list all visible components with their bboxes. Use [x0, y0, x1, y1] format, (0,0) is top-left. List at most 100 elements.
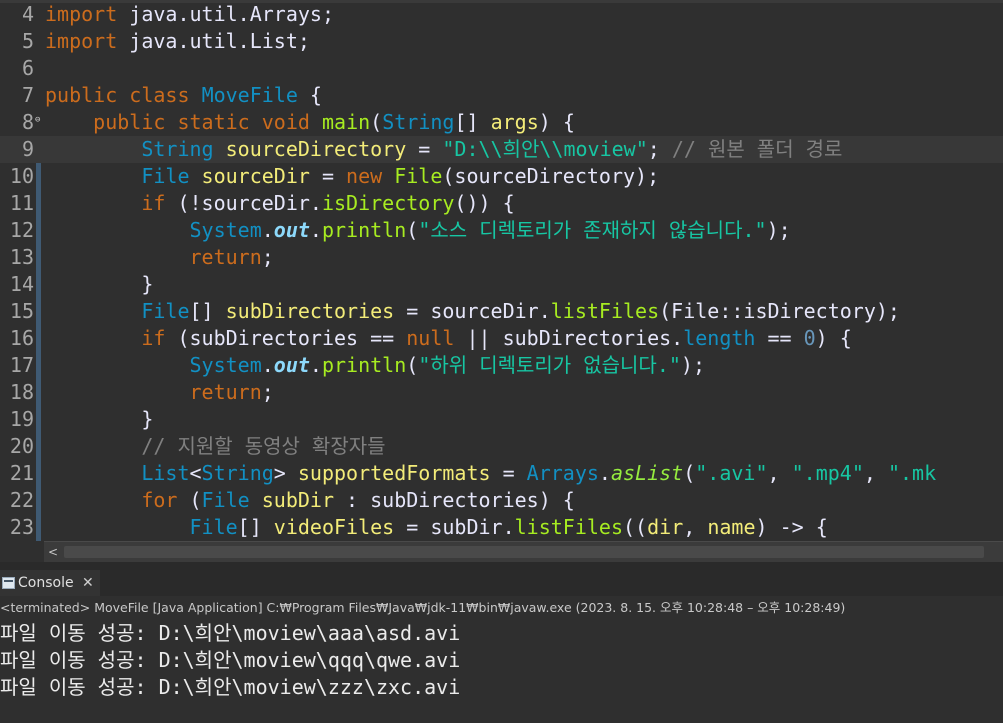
code-token: asList	[610, 461, 684, 485]
code-token: (	[406, 353, 419, 377]
tab-console[interactable]: Console ✕	[0, 570, 100, 596]
code-text: return;	[45, 244, 274, 271]
code-text: File[] videoFiles = subDir.listFiles((di…	[45, 514, 828, 541]
code-token: : subDirectories) {	[334, 488, 575, 512]
change-marker	[36, 514, 41, 541]
code-token: sourceDirectory	[225, 137, 407, 161]
change-marker	[36, 487, 41, 514]
code-line[interactable]: 5 import java.util.List;	[0, 28, 1003, 55]
code-line[interactable]: 14 }	[0, 271, 1003, 298]
code-token: File	[394, 164, 443, 188]
code-token: new	[346, 164, 383, 188]
code-line[interactable]: 23 File[] videoFiles = subDir.listFiles(…	[0, 514, 1003, 541]
line-number: 16	[9, 326, 34, 350]
code-token: if	[141, 191, 166, 215]
code-line[interactable]: 10 File sourceDir = new File(sourceDirec…	[0, 163, 1003, 190]
code-token: out	[273, 218, 310, 242]
code-text: return;	[45, 379, 274, 406]
code-line[interactable]: 16 if (subDirectories == null || subDire…	[0, 325, 1003, 352]
console-output-line: 파일 이동 성공: D:\희안\moview\zzz\zxc.avi	[0, 675, 461, 699]
code-line[interactable]: 12 System.out.println("소스 디렉토리가 존재하지 않습니…	[0, 217, 1003, 244]
code-text: // 지원할 동영상 확장자들	[45, 433, 385, 460]
code-token: }	[45, 407, 154, 431]
code-token: length	[683, 326, 756, 350]
scrollbar-thumb[interactable]	[64, 546, 984, 558]
code-line[interactable]: 20 // 지원할 동영상 확장자들	[0, 433, 1003, 460]
code-token: ) -> {	[755, 515, 828, 539]
code-text: }	[45, 271, 153, 298]
code-text: public class MoveFile {	[45, 82, 322, 109]
code-line[interactable]: 15 File[] subDirectories = sourceDir.lis…	[0, 298, 1003, 325]
code-token: "D:\\희안\\moview"	[442, 137, 648, 161]
code-line[interactable]: 19 }	[0, 406, 1003, 433]
code-token: System	[189, 353, 262, 377]
code-text: System.out.println("하위 디렉토리가 없습니다.");	[45, 352, 706, 379]
close-icon[interactable]: ✕	[82, 570, 94, 596]
code-line[interactable]: 4 import java.util.Arrays;	[0, 1, 1003, 28]
code-token: listFiles	[514, 515, 624, 539]
code-token: []	[454, 110, 491, 134]
scroll-left-icon[interactable]: <	[44, 542, 62, 562]
code-token: );	[680, 353, 706, 377]
code-line[interactable]: 21 List<String> supportedFormats = Array…	[0, 460, 1003, 487]
line-number: 20	[9, 434, 34, 458]
code-line[interactable]: 9 String sourceDirectory = "D:\\희안\\movi…	[0, 136, 1003, 163]
code-token: public	[45, 83, 118, 107]
code-token: .	[261, 353, 274, 377]
code-token: File	[201, 488, 250, 512]
code-token: return	[189, 245, 262, 269]
code-token: >	[273, 461, 298, 485]
code-token: (	[683, 461, 696, 485]
code-token: <	[189, 461, 202, 485]
code-token: =	[309, 164, 347, 188]
code-line[interactable]: 18 return;	[0, 379, 1003, 406]
code-token: Arrays	[526, 461, 599, 485]
change-marker	[36, 433, 41, 460]
code-token: import	[45, 2, 118, 26]
line-number: 10	[9, 164, 34, 188]
code-text: if (subDirectories == null || subDirecto…	[45, 325, 851, 352]
change-marker	[36, 460, 41, 487]
horizontal-scrollbar[interactable]: <	[44, 541, 1003, 562]
line-number: 9	[21, 137, 34, 161]
code-editor[interactable]: 4 import java.util.Arrays; 5 import java.ut…	[0, 0, 1003, 541]
code-line[interactable]: 11 if (!sourceDir.isDirectory()) {	[0, 190, 1003, 217]
console-output[interactable]: 파일 이동 성공: D:\희안\moview\aaa\asd.avi 파일 이동…	[0, 620, 1003, 723]
code-line[interactable]: 22 for (File subDir : subDirectories) {	[0, 487, 1003, 514]
code-token: = sourceDir.	[394, 299, 551, 323]
change-marker	[36, 406, 41, 433]
code-token: out	[273, 353, 310, 377]
code-line[interactable]: 7 public class MoveFile {	[0, 82, 1003, 109]
code-token: java.util.Arrays;	[117, 2, 334, 26]
line-number: 14	[9, 272, 34, 296]
change-marker	[36, 325, 41, 352]
code-line[interactable]: 13 return;	[0, 244, 1003, 271]
code-token: {	[297, 83, 322, 107]
code-line[interactable]: 6	[0, 55, 1003, 82]
code-token: ,	[863, 461, 888, 485]
code-text: import java.util.Arrays;	[45, 1, 334, 28]
code-token: List	[141, 461, 190, 485]
code-token: File	[141, 164, 190, 188]
code-token: || subDirectories.	[454, 326, 684, 350]
line-number: 23	[9, 515, 34, 539]
code-token: sourceDir	[201, 164, 310, 188]
code-token: "소스 디렉토리가 존재하지 않습니다."	[418, 218, 767, 242]
code-token: ".avi"	[695, 461, 768, 485]
fold-toggle-icon[interactable]: ⊖	[35, 109, 43, 136]
change-marker	[36, 352, 41, 379]
code-token: println	[321, 218, 407, 242]
line-number: 11	[9, 191, 34, 215]
code-line[interactable]: 17 System.out.println("하위 디렉토리가 없습니다.");	[0, 352, 1003, 379]
code-line[interactable]: 8 ⊖ public static void main(String[] args…	[0, 109, 1003, 136]
